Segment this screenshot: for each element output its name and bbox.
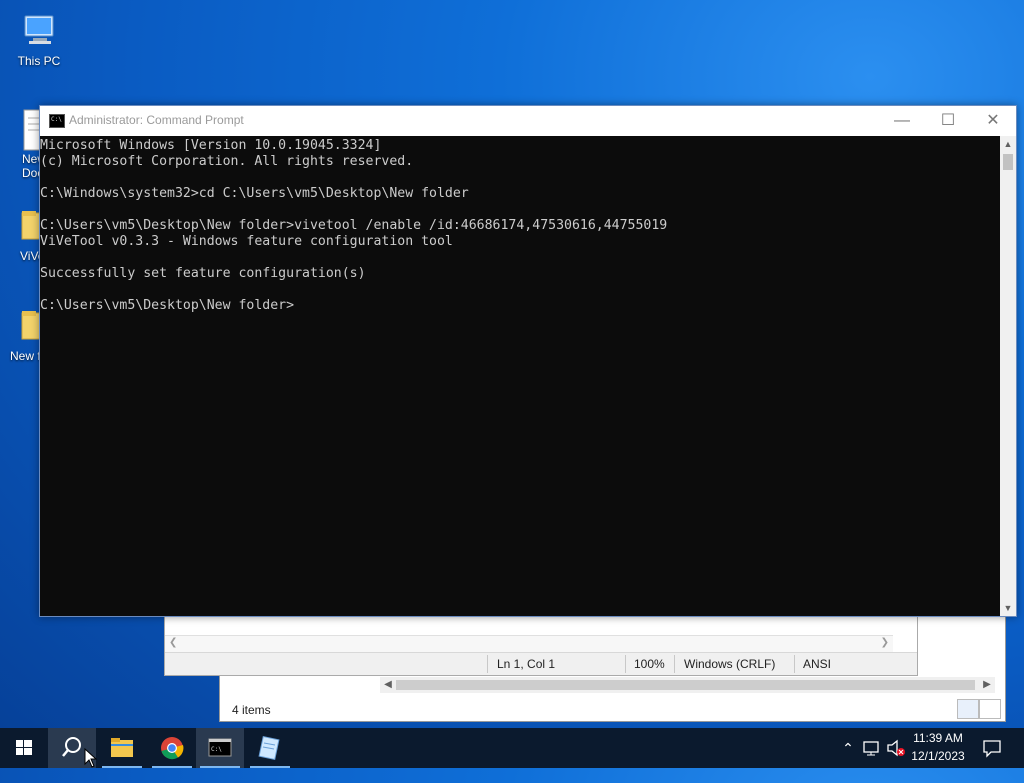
scrollbar-thumb[interactable] — [1003, 154, 1013, 170]
scroll-left-icon[interactable]: ◀ — [380, 677, 396, 693]
taskbar-command-prompt[interactable]: C:\ — [196, 728, 244, 768]
close-button[interactable]: ✕ — [970, 106, 1016, 135]
console-output[interactable]: Microsoft Windows [Version 10.0.19045.33… — [40, 136, 1000, 616]
close-icon: ✕ — [986, 112, 1000, 129]
status-zoom: 100% — [634, 657, 665, 671]
folder-icon — [111, 738, 133, 757]
network-icon[interactable] — [860, 728, 884, 768]
computer-icon — [19, 10, 59, 50]
desktop-icon-label: This PC — [17, 54, 61, 68]
chrome-icon — [161, 737, 184, 760]
start-button[interactable] — [0, 728, 48, 768]
scroll-right-icon[interactable]: ▶ — [979, 677, 995, 693]
notepad-status-bar: Ln 1, Col 1 100% Windows (CRLF) ANSI — [165, 652, 917, 675]
window-title: Administrator: Command Prompt — [69, 113, 244, 127]
taskbar-file-explorer[interactable] — [98, 728, 146, 768]
status-line-endings: Windows (CRLF) — [684, 657, 776, 671]
command-prompt-window[interactable]: C:\ Administrator: Command Prompt — ☐ ✕ … — [39, 105, 1017, 617]
svg-text:C:\: C:\ — [211, 746, 222, 753]
cmd-icon: C:\ — [49, 114, 65, 128]
console-line: ViVeTool v0.3.3 - Windows feature config… — [40, 234, 453, 249]
clock-date[interactable]: 12/1/2023 — [906, 749, 970, 763]
console-line: C:\Windows\system32>cd C:\Users\vm5\Desk… — [40, 186, 469, 201]
mouse-cursor-icon — [84, 748, 98, 768]
maximize-button[interactable]: ☐ — [925, 106, 971, 135]
scrollbar-thumb[interactable] — [396, 680, 975, 690]
clock-time[interactable]: 11:39 AM — [906, 731, 970, 745]
taskbar-chrome[interactable] — [148, 728, 196, 768]
notepad-icon — [258, 735, 280, 761]
desktop-icon-this-pc[interactable]: This PC — [2, 10, 76, 68]
console-line: Microsoft Windows [Version 10.0.19045.33… — [40, 138, 382, 153]
details-view-icon[interactable] — [957, 699, 979, 719]
scroll-right-icon[interactable]: ❯ — [881, 637, 889, 648]
console-line: C:\Users\vm5\Desktop\New folder>vivetool… — [40, 218, 668, 233]
notepad-horizontal-scrollbar[interactable]: ❮ ❯ — [165, 635, 893, 652]
console-line: Successfully set feature configuration(s… — [40, 266, 366, 281]
scroll-left-icon[interactable]: ❮ — [169, 637, 177, 648]
scroll-down-icon[interactable]: ▼ — [1000, 600, 1016, 616]
cmd-icon: C:\ — [208, 738, 232, 757]
volume-muted-icon[interactable] — [884, 728, 908, 768]
explorer-horizontal-scrollbar[interactable]: ◀ ▶ — [380, 677, 995, 693]
taskbar-notepad[interactable] — [246, 728, 294, 768]
chevron-up-icon[interactable]: ⌃ — [836, 728, 860, 768]
maximize-icon: ☐ — [940, 112, 956, 129]
cmd-titlebar[interactable]: C:\ Administrator: Command Prompt — ☐ ✕ — [40, 106, 1016, 135]
windows-logo-icon — [16, 740, 32, 755]
notification-icon[interactable] — [978, 728, 1006, 768]
console-prompt[interactable]: C:\Users\vm5\Desktop\New folder> — [40, 298, 294, 313]
scroll-up-icon[interactable]: ▲ — [1000, 136, 1016, 152]
explorer-item-count: 4 items — [232, 703, 271, 717]
cmd-vertical-scrollbar[interactable]: ▲ ▼ — [1000, 136, 1016, 616]
minimize-button[interactable]: — — [879, 106, 925, 135]
notepad-window[interactable]: ❮ ❯ Ln 1, Col 1 100% Windows (CRLF) ANSI — [164, 612, 918, 676]
taskbar: C:\ ⌃ 11:39 AM 12/1/2023 — [0, 728, 1024, 768]
status-encoding: ANSI — [803, 657, 832, 671]
minimize-icon: — — [894, 112, 910, 129]
large-icons-view-icon[interactable] — [979, 699, 1001, 719]
console-line: (c) Microsoft Corporation. All rights re… — [40, 154, 414, 169]
status-position: Ln 1, Col 1 — [497, 657, 556, 671]
